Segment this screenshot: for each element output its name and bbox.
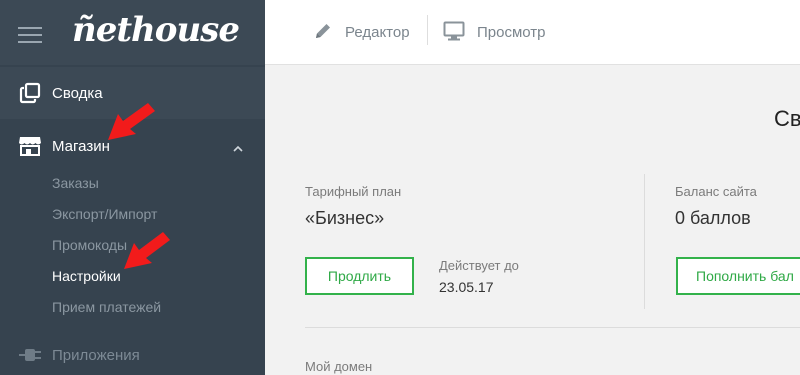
copy-icon xyxy=(16,79,44,107)
valid-until-label: Действует до xyxy=(439,258,519,273)
sidebar-header: ñethouse xyxy=(0,0,265,65)
submenu-item-export-import[interactable]: Экспорт/Импорт xyxy=(52,206,157,222)
balance-value: 0 баллов xyxy=(675,208,751,228)
logo: ñethouse xyxy=(72,10,240,50)
sidebar-item-label: Магазин xyxy=(52,137,110,155)
my-domain-label: Мой домен xyxy=(305,359,373,374)
preview-button[interactable]: Просмотр xyxy=(443,0,546,65)
store-icon xyxy=(16,132,44,160)
tariff-value: «Бизнес» xyxy=(305,208,385,228)
tariff-label: Тарифный план xyxy=(305,184,402,199)
hamburger-menu-icon[interactable] xyxy=(18,27,42,43)
plug-icon xyxy=(16,341,44,369)
sidebar-item-apps[interactable]: Приложения xyxy=(0,329,265,375)
pencil-icon xyxy=(313,21,333,45)
page-title: Св xyxy=(774,106,800,131)
topup-button[interactable]: Пополнить бал xyxy=(676,257,800,295)
sidebar: ñethouse Сводка Магазин Заказы Экспорт/И… xyxy=(0,0,265,375)
annotation-arrow-icon xyxy=(108,103,155,140)
monitor-icon xyxy=(443,21,465,45)
topbar: Редактор Просмотр xyxy=(265,0,800,65)
submenu-item-settings[interactable]: Настройки xyxy=(52,268,121,284)
sidebar-item-label: Сводка xyxy=(52,84,103,102)
valid-until-date: 23.05.17 xyxy=(439,279,494,295)
sidebar-item-label: Приложения xyxy=(52,346,140,364)
chevron-up-icon[interactable] xyxy=(232,140,244,158)
editor-button[interactable]: Редактор xyxy=(313,0,410,65)
submenu-item-promocodes[interactable]: Промокоды xyxy=(52,237,127,253)
main-content: Св Тарифный план «Бизнес» Продлить Дейст… xyxy=(265,66,800,375)
divider xyxy=(305,327,800,328)
preview-label: Просмотр xyxy=(477,24,546,41)
divider xyxy=(644,174,645,309)
submenu-item-orders[interactable]: Заказы xyxy=(52,175,99,191)
renew-button[interactable]: Продлить xyxy=(305,257,414,295)
editor-label: Редактор xyxy=(345,24,410,41)
annotation-arrow-icon xyxy=(124,232,170,269)
divider xyxy=(427,15,428,45)
submenu-item-payments[interactable]: Прием платежей xyxy=(52,299,161,315)
balance-label: Баланс сайта xyxy=(675,184,757,199)
